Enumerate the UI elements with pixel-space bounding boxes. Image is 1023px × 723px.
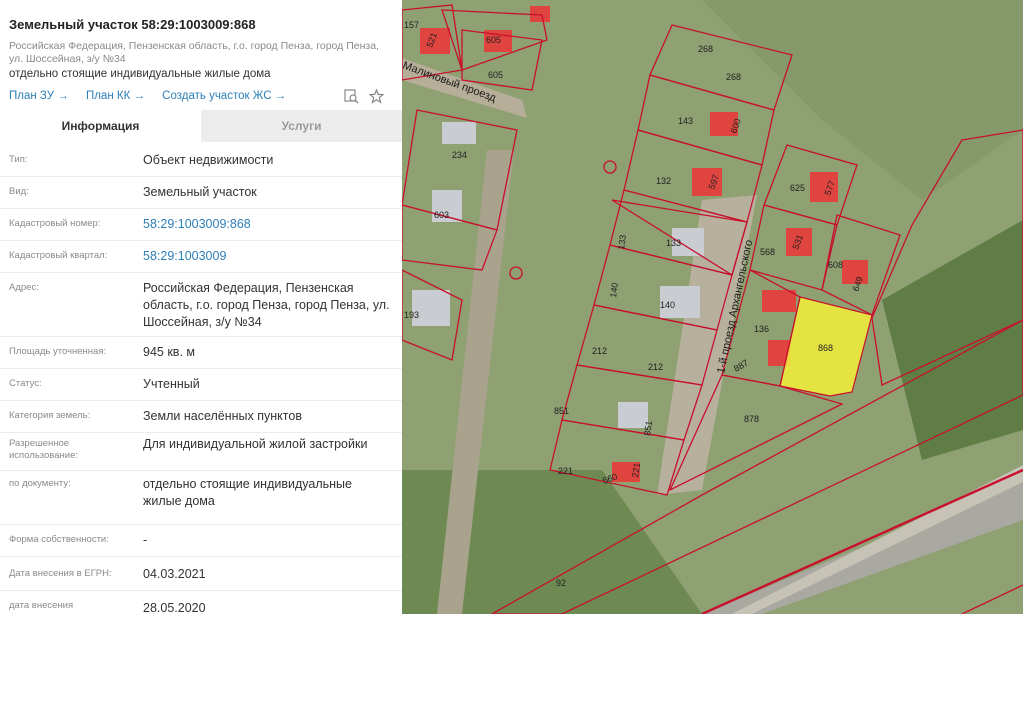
plot-number: 603 bbox=[434, 210, 449, 220]
toolbar-icons bbox=[344, 88, 385, 104]
info-panel: Земельный участок 58:29:1003009:868 Росс… bbox=[0, 0, 402, 614]
cadastral-number-link[interactable]: 58:29:1003009:868 bbox=[143, 216, 393, 233]
row-label: Дата внесения в ЕГРН: bbox=[9, 568, 112, 579]
cadastral-map[interactable]: Малиновый проезд 1-й проезд Архангельско… bbox=[402, 0, 1023, 614]
plot-number: 136 bbox=[754, 324, 769, 334]
plot-number: 157 bbox=[404, 20, 419, 30]
plot-number: 92 bbox=[556, 578, 566, 588]
row-ownership: Форма собственности: - bbox=[0, 524, 402, 557]
row-entry-date: дата внесения 28.05.2020 bbox=[0, 590, 402, 614]
page-title: Земельный участок 58:29:1003009:868 bbox=[9, 17, 256, 32]
row-land-category: Категория земель: Земли населённых пункт… bbox=[0, 400, 402, 433]
action-links: План ЗУ → План КК → Создать участок ЖС → bbox=[9, 90, 300, 102]
row-label: дата внесения bbox=[9, 600, 74, 611]
plot-number: 878 bbox=[744, 414, 759, 424]
create-plot-link[interactable]: Создать участок ЖС → bbox=[162, 90, 286, 102]
row-address: Адрес: Российская Федерация, Пензенская … bbox=[0, 272, 402, 337]
row-type: Тип: Объект недвижимости bbox=[0, 144, 402, 177]
plot-number: 140 bbox=[660, 300, 675, 310]
row-value: Земли населённых пунктов bbox=[143, 409, 302, 423]
plan-zu-link[interactable]: План ЗУ → bbox=[9, 90, 69, 102]
plot-number: 140 bbox=[608, 282, 620, 298]
row-label: Вид: bbox=[9, 186, 29, 197]
plot-number: 268 bbox=[726, 72, 741, 82]
row-kind: Вид: Земельный участок bbox=[0, 176, 402, 209]
row-label: Кадастровый номер: bbox=[9, 218, 101, 229]
star-icon[interactable] bbox=[368, 88, 385, 104]
row-label: Статус: bbox=[9, 378, 42, 389]
plot-number: 234 bbox=[452, 150, 467, 160]
plot-number: 268 bbox=[698, 44, 713, 54]
plot-number: 568 bbox=[760, 247, 775, 257]
address-header: Российская Федерация, Пензенская область… bbox=[9, 40, 379, 65]
row-label: Разрешенное использование: bbox=[9, 438, 79, 461]
plot-number: 212 bbox=[648, 362, 663, 372]
row-label: Тип: bbox=[9, 154, 28, 165]
plot-number: 625 bbox=[790, 183, 805, 193]
search-map-icon[interactable] bbox=[344, 89, 359, 104]
row-value: Для индивидуальной жилой застройки bbox=[143, 437, 368, 451]
plot-number: 605 bbox=[488, 70, 503, 80]
row-label: Адрес: bbox=[9, 282, 39, 293]
row-status: Статус: Учтенный bbox=[0, 368, 402, 401]
plot-number: 133 bbox=[616, 234, 628, 250]
row-permitted-use: Разрешенное использование: Для индивидуа… bbox=[0, 432, 402, 471]
row-cadastral-number: Кадастровый номер: 58:29:1003009:868 bbox=[0, 208, 402, 241]
row-label: Форма собственности: bbox=[9, 534, 109, 545]
plot-number: 212 bbox=[592, 346, 607, 356]
row-area: Площадь уточненная: 945 кв. м bbox=[0, 336, 402, 369]
plot-number: 851 bbox=[642, 420, 654, 436]
usage-subtitle: отдельно стоящие индивидуальные жилые до… bbox=[9, 68, 271, 80]
plot-number: 221 bbox=[558, 466, 573, 476]
plot-number: 193 bbox=[404, 310, 419, 320]
row-value: 945 кв. м bbox=[143, 345, 195, 359]
plot-number: 851 bbox=[554, 406, 569, 416]
row-label: по документу: bbox=[9, 478, 71, 489]
row-label: Кадастровый квартал: bbox=[9, 250, 108, 261]
cadastral-quarter-link[interactable]: 58:29:1003009 bbox=[143, 248, 393, 265]
row-value: отдельно стоящие индивидуальные жилые до… bbox=[143, 477, 352, 508]
plot-number: 608 bbox=[828, 260, 843, 270]
plot-number: 605 bbox=[486, 35, 501, 45]
row-value: Объект недвижимости bbox=[143, 153, 274, 167]
plot-number: 221 bbox=[630, 462, 642, 478]
tab-services[interactable]: Услуги bbox=[201, 110, 402, 142]
row-value: Российская Федерация, Пензенская область… bbox=[143, 281, 390, 329]
row-value: - bbox=[143, 533, 148, 547]
row-by-document: по документу: отдельно стоящие индивидуа… bbox=[0, 470, 402, 525]
plot-number: 143 bbox=[678, 116, 693, 126]
plot-number-selected: 868 bbox=[818, 343, 833, 353]
row-label: Категория земель: bbox=[9, 410, 91, 421]
plot-number: 133 bbox=[666, 238, 681, 248]
tab-info[interactable]: Информация bbox=[0, 110, 201, 142]
row-value: 28.05.2020 bbox=[143, 601, 206, 614]
plan-kk-link[interactable]: План КК → bbox=[86, 90, 145, 102]
tab-bar: Информация Услуги bbox=[0, 110, 402, 142]
row-egrn-date: Дата внесения в ЕГРН: 04.03.2021 bbox=[0, 556, 402, 591]
row-value: 04.03.2021 bbox=[143, 567, 206, 581]
plot-number: 132 bbox=[656, 176, 671, 186]
row-value: Учтенный bbox=[143, 377, 200, 391]
map-canvas[interactable]: Малиновый проезд 1-й проезд Архангельско… bbox=[402, 0, 1023, 614]
row-cadastral-quarter: Кадастровый квартал: 58:29:1003009 bbox=[0, 240, 402, 273]
row-label: Площадь уточненная: bbox=[9, 346, 107, 357]
row-value: Земельный участок bbox=[143, 185, 257, 199]
